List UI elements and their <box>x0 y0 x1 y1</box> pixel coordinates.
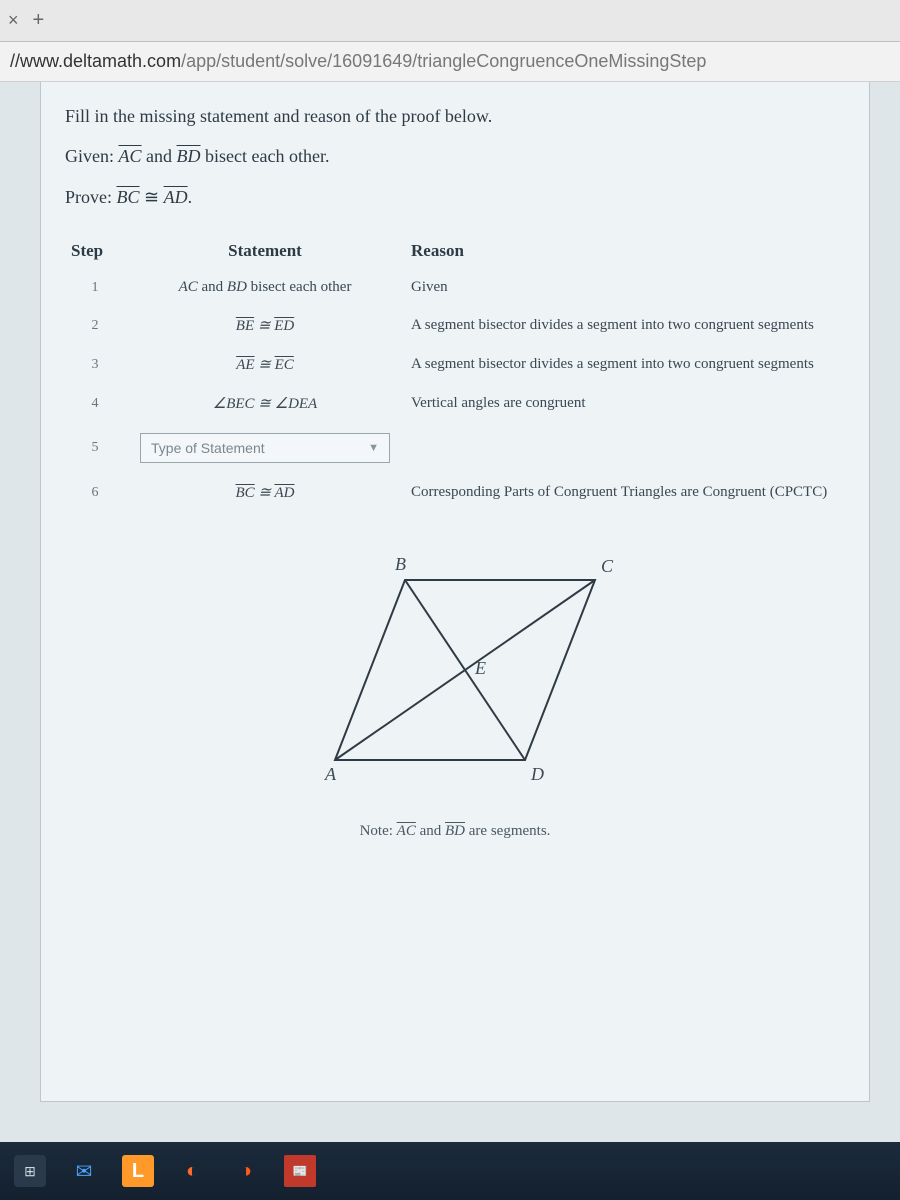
mail-icon[interactable]: ✉ <box>68 1155 100 1187</box>
vertex-label-C: C <box>601 556 614 576</box>
statement-cell: BC ≅ AD <box>125 473 405 512</box>
reason-cell: Vertical angles are congruent <box>405 384 845 423</box>
table-row: 1 AC and BD bisect each other Given <box>65 269 845 306</box>
statement-cell: AE ≅ EC <box>125 345 405 384</box>
office-icon[interactable]: ◑ <box>230 1155 262 1187</box>
chevron-down-icon: ▼ <box>368 442 379 454</box>
table-row: 3 AE ≅ EC A segment bisector divides a s… <box>65 345 845 384</box>
table-row: 4 ∠BEC ≅ ∠DEA Vertical angles are congru… <box>65 384 845 423</box>
proof-table: Step Statement Reason 1 AC and BD bisect… <box>65 233 845 512</box>
problem-card: Fill in the missing statement and reason… <box>40 82 870 1102</box>
new-tab-icon[interactable]: + <box>33 9 45 32</box>
statement-cell[interactable]: Type of Statement ▼ <box>125 423 405 473</box>
table-row: 2 BE ≅ ED A segment bisector divides a s… <box>65 306 845 345</box>
step-number: 1 <box>65 269 125 306</box>
geometry-figure: A B C D E Note: AC and BD are segments. <box>65 540 845 840</box>
address-bar[interactable]: //www.deltamath.com/app/student/solve/16… <box>0 42 900 82</box>
header-step: Step <box>65 233 125 269</box>
problem-prompt: Fill in the missing statement and reason… <box>65 100 845 213</box>
figure-note: Note: AC and BD are segments. <box>65 823 845 840</box>
close-tab-icon[interactable]: × <box>8 10 19 31</box>
header-statement: Statement <box>125 233 405 269</box>
prove-text: Prove: BC ≅ AD. <box>65 181 845 213</box>
store-icon[interactable]: ⊞ <box>14 1155 46 1187</box>
app-l-icon[interactable]: L <box>122 1155 154 1187</box>
table-row: 5 Type of Statement ▼ <box>65 423 845 473</box>
url-text: //www.deltamath.com/app/student/solve/16… <box>10 51 706 72</box>
vertex-label-B: B <box>395 554 406 574</box>
vertex-label-D: D <box>530 764 544 784</box>
statement-cell: ∠BEC ≅ ∠DEA <box>125 384 405 423</box>
reason-cell: Corresponding Parts of Congruent Triangl… <box>405 473 845 512</box>
powerpoint-icon[interactable]: ◐ <box>176 1155 208 1187</box>
news-icon[interactable]: 📰 <box>284 1155 316 1187</box>
reason-cell <box>405 423 845 473</box>
vertex-label-E: E <box>474 658 486 678</box>
header-reason: Reason <box>405 233 845 269</box>
statement-cell: AC and BD bisect each other <box>125 269 405 306</box>
tab-strip: × + <box>0 0 900 42</box>
dropdown-placeholder: Type of Statement <box>151 440 265 456</box>
step-number: 2 <box>65 306 125 345</box>
statement-type-dropdown[interactable]: Type of Statement ▼ <box>140 433 390 463</box>
page-background: Fill in the missing statement and reason… <box>0 82 900 1142</box>
table-row: 6 BC ≅ AD Corresponding Parts of Congrue… <box>65 473 845 512</box>
step-number: 6 <box>65 473 125 512</box>
reason-cell: A segment bisector divides a segment int… <box>405 306 845 345</box>
given-text: Given: AC and BD bisect each other. <box>65 140 845 172</box>
taskbar: ⊞ ✉ L ◐ ◑ 📰 <box>0 1142 900 1200</box>
step-number: 3 <box>65 345 125 384</box>
table-header-row: Step Statement Reason <box>65 233 845 269</box>
step-number: 5 <box>65 423 125 473</box>
vertex-label-A: A <box>324 764 337 784</box>
reason-cell: A segment bisector divides a segment int… <box>405 345 845 384</box>
reason-cell: Given <box>405 269 845 306</box>
figure-svg: A B C D E <box>275 540 635 800</box>
step-number: 4 <box>65 384 125 423</box>
instruction-text: Fill in the missing statement and reason… <box>65 100 845 132</box>
statement-cell: BE ≅ ED <box>125 306 405 345</box>
